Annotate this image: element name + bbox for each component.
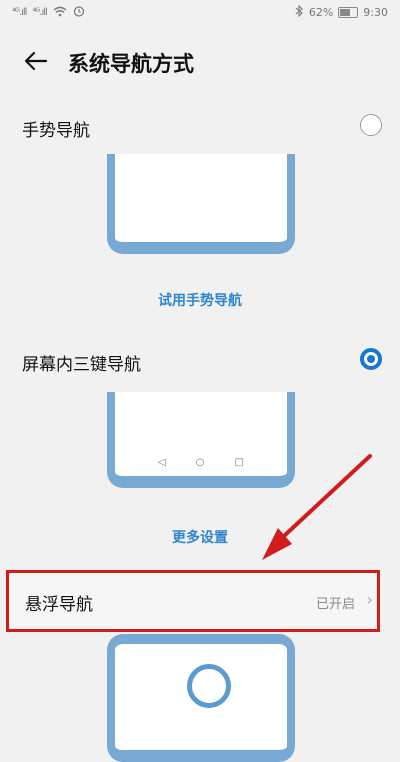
bluetooth-icon bbox=[295, 4, 304, 20]
option-three-key-navigation[interactable]: 屏幕内三键导航 bbox=[0, 342, 400, 382]
wifi-icon bbox=[53, 6, 67, 20]
signal-icon: ⁴ᴳ.ıll bbox=[12, 7, 27, 18]
three-key-preview-phone: ◁ ○ □ bbox=[107, 392, 295, 488]
clock-time: 9:30 bbox=[363, 6, 388, 19]
battery-icon bbox=[338, 7, 359, 18]
option-gesture-navigation[interactable]: 手势导航 bbox=[0, 108, 400, 148]
back-key-icon: ◁ bbox=[158, 457, 166, 468]
option-label-gesture: 手势导航 bbox=[22, 121, 90, 141]
radio-gesture[interactable] bbox=[360, 114, 382, 136]
floating-navigation-status: 已开启 bbox=[315, 597, 355, 612]
home-key-icon: ○ bbox=[195, 457, 205, 468]
radio-three-key[interactable] bbox=[360, 348, 382, 370]
try-gesture-link[interactable]: 试用手势导航 bbox=[0, 290, 400, 310]
chevron-right-icon: › bbox=[366, 590, 373, 609]
option-label-three-key: 屏幕内三键导航 bbox=[22, 355, 141, 375]
floating-dock-icon bbox=[187, 664, 231, 708]
floating-preview-phone bbox=[107, 634, 295, 762]
recent-key-icon: □ bbox=[234, 457, 244, 468]
app-header: 系统导航方式 bbox=[0, 38, 400, 84]
status-bar: ⁴ᴳ.ıll ⁴ᴳ.ıll 62% 9:30 bbox=[0, 0, 400, 24]
nav-keys: ◁ ○ □ bbox=[115, 457, 287, 468]
status-left: ⁴ᴳ.ıll ⁴ᴳ.ıll bbox=[12, 5, 85, 20]
back-button[interactable] bbox=[18, 44, 54, 78]
status-right: 62% 9:30 bbox=[295, 4, 388, 20]
battery-percent: 62% bbox=[308, 6, 334, 19]
alarm-icon bbox=[73, 5, 85, 20]
page-title: 系统导航方式 bbox=[68, 52, 194, 76]
more-settings-link[interactable]: 更多设置 bbox=[0, 527, 400, 547]
back-arrow-icon bbox=[24, 51, 48, 71]
floating-navigation-label: 悬浮导航 bbox=[25, 595, 93, 615]
floating-navigation-row[interactable]: 悬浮导航 已开启 › bbox=[6, 570, 380, 632]
gesture-preview-phone bbox=[107, 154, 295, 254]
signal-icon-2: ⁴ᴳ.ıll bbox=[32, 7, 47, 18]
